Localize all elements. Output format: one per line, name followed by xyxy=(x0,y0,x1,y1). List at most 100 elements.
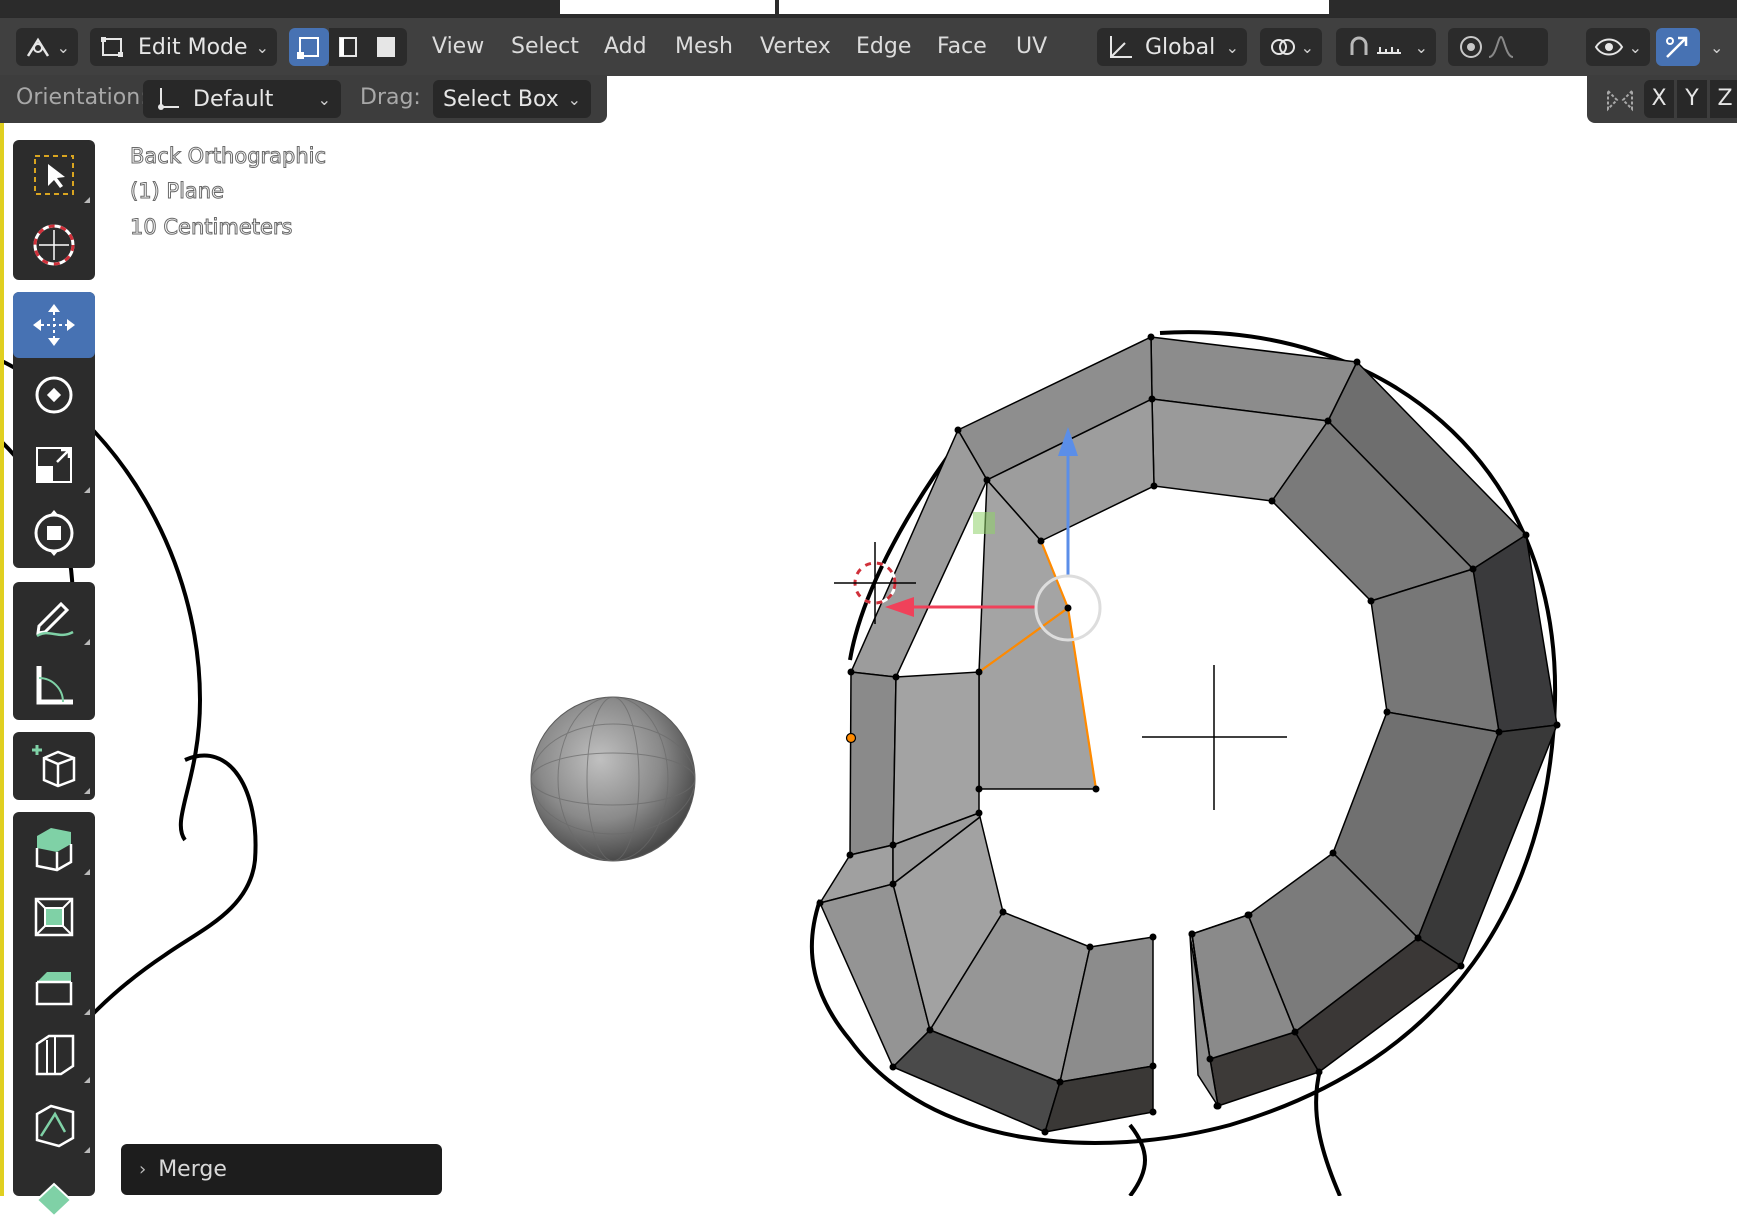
inset-tool[interactable] xyxy=(13,884,95,950)
rotate-tool[interactable] xyxy=(13,362,95,428)
show-gizmo-button[interactable] xyxy=(1656,28,1700,66)
pivot-point-button[interactable]: ⌄ xyxy=(1260,28,1322,66)
inset-icon xyxy=(34,897,74,937)
add-cube-icon xyxy=(32,745,76,788)
editor-type-icon xyxy=(26,37,50,57)
editor-type-button[interactable]: ⌄ xyxy=(16,28,78,66)
chevron-down-icon: ⌄ xyxy=(1300,37,1314,57)
visibility-selectability-button[interactable]: ⌄ xyxy=(1586,28,1650,66)
menu-edge[interactable]: Edge xyxy=(856,30,911,64)
transform-orientation-selector[interactable]: Global ⌄ xyxy=(1097,28,1247,66)
sphere-object[interactable] xyxy=(530,696,696,862)
menu-select[interactable]: Select xyxy=(511,30,579,64)
cursor-tool[interactable] xyxy=(13,212,95,278)
grid-scale-text: 10 Centimeters xyxy=(129,215,293,240)
chevron-down-icon: ⌄ xyxy=(1225,37,1239,57)
mirror-axis-bar: X Y Z xyxy=(1587,75,1737,123)
toolbar-annotate-group xyxy=(13,582,95,720)
move-arrows-icon xyxy=(33,304,75,346)
last-operator-label: Merge xyxy=(158,1157,227,1182)
transform-icon xyxy=(34,510,74,556)
toolbar-mesh-group xyxy=(13,812,95,1218)
chevron-down-icon: ⌄ xyxy=(56,37,70,57)
orientation-default-icon xyxy=(158,88,179,110)
selected-vertex[interactable] xyxy=(845,732,857,744)
snap-increment-icon xyxy=(1377,47,1401,54)
chevron-down-icon[interactable]: ⌄ xyxy=(1710,38,1723,57)
gizmo-icon xyxy=(1666,36,1688,58)
knife-tool[interactable] xyxy=(13,1092,95,1158)
annotate-tool[interactable] xyxy=(13,584,95,650)
knife-icon xyxy=(35,1104,75,1148)
drag-dropdown-value: Select Box xyxy=(443,86,559,112)
drag-field-label: Drag: xyxy=(360,85,421,110)
loop-cut-tool[interactable] xyxy=(13,1022,95,1088)
chevron-down-icon: ⌄ xyxy=(1628,37,1642,57)
menu-vertex[interactable]: Vertex xyxy=(760,30,831,64)
viewport-header: ⌄ Edit Mode ⌄ View Select Add Mesh Verte… xyxy=(0,17,1737,76)
chevron-right-icon: › xyxy=(139,1159,147,1180)
orientation-label: Global xyxy=(1145,34,1216,60)
orientation-dropdown-value: Default xyxy=(193,86,274,112)
orientation-dropdown[interactable]: Default ⌄ xyxy=(143,80,341,118)
rotate-icon xyxy=(35,376,73,414)
menu-mesh[interactable]: Mesh xyxy=(675,30,733,64)
toolbar-add-group xyxy=(13,732,95,800)
snap-magnet-icon xyxy=(1350,36,1368,55)
toolbar-transform-group xyxy=(13,292,95,568)
edit-mode-icon xyxy=(101,37,123,57)
drag-dropdown[interactable]: Select Box ⌄ xyxy=(433,80,591,118)
last-operator-panel[interactable]: › Merge xyxy=(121,1144,442,1195)
extrude-tool[interactable] xyxy=(13,814,95,880)
scale-tool[interactable] xyxy=(13,432,95,498)
face-select-mode-button[interactable] xyxy=(367,28,407,66)
active-editor-border xyxy=(0,17,4,1196)
menu-uv[interactable]: UV xyxy=(1016,30,1047,64)
chevron-down-icon: ⌄ xyxy=(255,37,269,57)
ruler-icon xyxy=(36,666,73,705)
chevron-down-icon: ⌄ xyxy=(1414,37,1428,57)
falloff-curve-icon xyxy=(1488,35,1514,58)
mirror-icon xyxy=(1607,88,1633,112)
select-box-tool[interactable] xyxy=(13,142,95,208)
bevel-icon xyxy=(35,972,73,1006)
edge-select-mode-button[interactable] xyxy=(329,28,367,66)
edge-select-icon xyxy=(339,37,357,57)
poly-build-tool[interactable] xyxy=(13,1162,95,1228)
mode-label: Edit Mode xyxy=(138,34,248,60)
tool-settings-bar: Orientation: Default ⌄ Drag: Select Box … xyxy=(0,75,607,123)
mode-selector[interactable]: Edit Mode ⌄ xyxy=(90,28,277,66)
menu-add[interactable]: Add xyxy=(604,30,647,64)
mirror-x-button[interactable]: X xyxy=(1644,80,1674,118)
transform-tool[interactable] xyxy=(13,500,95,566)
chevron-down-icon: ⌄ xyxy=(567,89,581,109)
chevron-down-icon: ⌄ xyxy=(317,89,331,109)
snapping-button[interactable]: ⌄ xyxy=(1336,28,1436,66)
measure-tool[interactable] xyxy=(13,652,95,718)
select-box-icon xyxy=(34,155,74,195)
view-name-text: Back Orthographic xyxy=(129,144,327,169)
3d-viewport[interactable] xyxy=(0,0,1737,1196)
move-tool[interactable] xyxy=(13,292,95,358)
extrude-icon xyxy=(35,828,73,872)
vertex-select-icon xyxy=(297,37,319,59)
menu-view[interactable]: View xyxy=(432,30,484,64)
add-cube-tool[interactable] xyxy=(13,733,95,799)
object-name-text: (1) Plane xyxy=(129,179,225,204)
proportional-edit-icon xyxy=(1460,36,1482,58)
menu-face[interactable]: Face xyxy=(937,30,987,64)
orientation-field-label: Orientation: xyxy=(16,85,148,110)
scale-icon xyxy=(36,447,72,483)
face-center-dot xyxy=(973,512,995,534)
loop-cut-icon xyxy=(35,1034,75,1076)
pencil-icon xyxy=(36,601,74,638)
proportional-editing-button[interactable] xyxy=(1448,28,1548,66)
eye-icon xyxy=(1594,38,1624,56)
vertex-select-mode-button[interactable] xyxy=(289,28,329,66)
mirror-y-button[interactable]: Y xyxy=(1677,80,1707,118)
poly-build-icon xyxy=(35,1182,73,1218)
bevel-tool[interactable] xyxy=(13,954,95,1020)
mirror-z-button[interactable]: Z xyxy=(1710,80,1737,118)
orientation-axes-icon xyxy=(1110,36,1132,58)
pivot-point-icon xyxy=(1271,39,1295,55)
